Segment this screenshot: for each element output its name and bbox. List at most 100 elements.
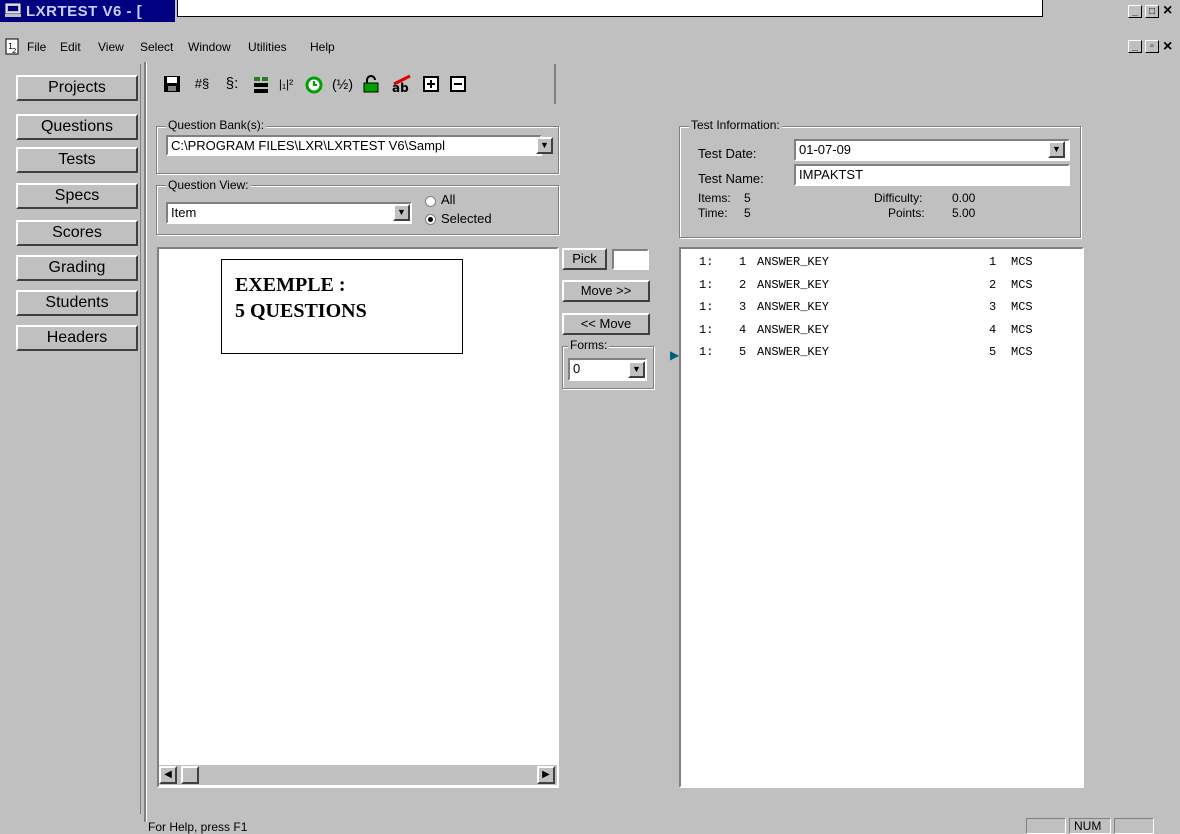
list-item[interactable]: 1: 5 ANSWER_KEY 5 MCS (699, 345, 1064, 363)
number-format-icon[interactable]: |₁|² (276, 74, 296, 94)
annotation-line2: 5 QUESTIONS (235, 300, 367, 322)
minimize-button[interactable]: _ (1128, 5, 1142, 18)
expand-icon[interactable] (423, 76, 439, 92)
item-form: 1: (699, 345, 714, 359)
nav-scores[interactable]: Scores (16, 220, 138, 246)
item-sequence: 1 (989, 255, 997, 269)
item-key: ANSWER_KEY (757, 345, 830, 359)
test-date-label: Test Date: (698, 146, 757, 161)
nav-grading[interactable]: Grading (16, 255, 138, 281)
nav-projects[interactable]: Projects (16, 75, 138, 101)
question-view-dropdown-icon[interactable]: ▼ (393, 204, 410, 221)
list-item[interactable]: 1: 2 ANSWER_KEY 2 MCS (699, 278, 1064, 296)
status-num-indicator: NUM (1069, 818, 1111, 834)
item-type: MCS (1011, 277, 1033, 292)
item-number: 4 (739, 322, 747, 337)
svg-text:ab: ab (392, 81, 409, 94)
test-name-input[interactable]: IMPAKTST (794, 164, 1070, 186)
nav-questions[interactable]: Questions (16, 114, 138, 140)
nav-students[interactable]: Students (16, 290, 138, 316)
menu-select[interactable]: Select (140, 40, 173, 54)
menu-file[interactable]: File (27, 40, 46, 54)
item-key: ANSWER_KEY (757, 322, 830, 337)
item-form: 1: (699, 322, 714, 337)
nav-inner-border (140, 64, 141, 814)
radio-all[interactable] (425, 196, 436, 207)
test-info-label: Test Information: (689, 118, 782, 132)
item-type: MCS (1011, 322, 1033, 337)
nav-tests[interactable]: Tests (16, 147, 138, 173)
question-view-select[interactable]: Item (166, 202, 412, 224)
item-key: ANSWER_KEY (757, 255, 830, 269)
horizontal-scrollbar[interactable] (159, 765, 557, 785)
delete-icon[interactable]: ab (391, 74, 413, 94)
test-items-panel[interactable]: 1: 1 ANSWER_KEY 1 MCS 1: 2 ANSWER_KEY 2 MCS 1: 3 ANS… (679, 247, 1084, 788)
question-bank-dropdown-icon[interactable]: ▼ (536, 137, 553, 154)
forms-dropdown-icon[interactable]: ▼ (628, 361, 645, 378)
section-icon[interactable]: §: (222, 74, 242, 94)
status-help-text: For Help, press F1 (148, 820, 248, 834)
move-left-button[interactable]: << Move (562, 313, 650, 335)
test-date-dropdown-icon[interactable]: ▼ (1048, 141, 1065, 158)
pick-count-input[interactable] (612, 249, 649, 270)
menu-edit[interactable]: Edit (60, 40, 81, 54)
menu-utilities[interactable]: Utilities (248, 40, 287, 54)
test-name-label: Test Name: (698, 171, 764, 186)
pick-button[interactable]: Pick (562, 248, 607, 270)
scroll-right-icon[interactable]: ▶ (537, 766, 555, 784)
item-sequence: 4 (989, 322, 997, 337)
child-restore-button[interactable]: ▫ (1145, 40, 1159, 53)
time-value: 5 (744, 206, 751, 220)
item-form: 1: (699, 300, 714, 314)
points-value: 5.00 (952, 206, 976, 220)
scramble-icon[interactable]: (½) (332, 74, 353, 94)
item-sequence: 2 (989, 277, 997, 292)
scroll-thumb[interactable] (181, 766, 199, 784)
menu-window[interactable]: Window (188, 40, 231, 54)
app-icon (5, 3, 21, 17)
clock-icon[interactable] (305, 76, 323, 94)
close-icon[interactable]: × (1163, 2, 1172, 20)
move-right-button[interactable]: Move >> (562, 280, 650, 302)
item-number: 2 (739, 277, 747, 292)
radio-all-label: All (441, 192, 456, 207)
list-item[interactable]: 1: 3 ANSWER_KEY 3 MCS (699, 300, 1064, 318)
save-icon[interactable] (163, 75, 181, 93)
points-label: Points: (888, 206, 925, 220)
item-number: 1 (739, 255, 747, 269)
question-view-label: Question View: (166, 178, 251, 192)
radio-selected[interactable] (425, 214, 436, 225)
list-item[interactable]: 1: 1 ANSWER_KEY 1 MCS (699, 255, 1064, 273)
status-caps-indicator (1026, 818, 1066, 834)
maximize-button[interactable]: □ (1145, 5, 1159, 18)
menu-help[interactable]: Help (310, 40, 335, 54)
items-value: 5 (744, 191, 751, 205)
list-item[interactable]: 1: 4 ANSWER_KEY 4 MCS (699, 323, 1064, 341)
grid-icon[interactable] (253, 76, 269, 94)
hash-section-icon[interactable]: #§ (192, 74, 212, 94)
item-number: 5 (739, 345, 747, 359)
question-bank-select[interactable]: C:\PROGRAM FILES\LXR\LXRTEST V6\Sampl (166, 135, 542, 156)
scroll-left-icon[interactable]: ◀ (159, 766, 177, 784)
overlay-box (177, 0, 1043, 17)
item-form: 1: (699, 277, 714, 292)
nav-specs[interactable]: Specs (16, 183, 138, 209)
menu-view[interactable]: View (98, 40, 124, 54)
collapse-icon[interactable] (450, 76, 466, 92)
nav-headers[interactable]: Headers (16, 325, 138, 351)
item-type: MCS (1011, 345, 1033, 359)
test-date-select[interactable]: 01-07-09 (794, 139, 1070, 161)
child-close-icon[interactable]: × (1163, 38, 1172, 56)
forms-label: Forms: (568, 338, 610, 352)
items-label: Items: (698, 191, 731, 205)
status-scroll-indicator (1114, 818, 1154, 834)
child-minimize-button[interactable]: _ (1128, 40, 1142, 53)
window-title: LXRTEST V6 - [ (26, 3, 143, 20)
lock-icon[interactable] (362, 75, 380, 93)
item-number: 3 (739, 300, 747, 314)
document-icon: 1 2 (5, 38, 19, 55)
item-key: ANSWER_KEY (757, 277, 830, 292)
annotation-line1: EXEMPLE : (235, 274, 346, 296)
radio-selected-label: Selected (441, 211, 492, 226)
difficulty-label: Difficulty: (874, 191, 923, 205)
